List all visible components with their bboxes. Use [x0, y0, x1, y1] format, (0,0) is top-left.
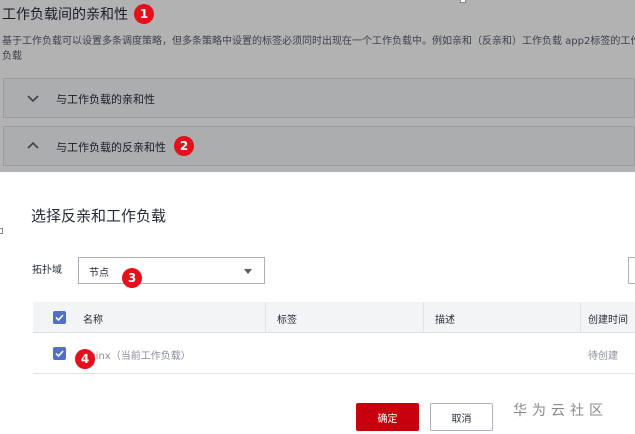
- workload-name: nginx（当前工作负载）: [83, 351, 191, 362]
- column-header-name[interactable]: 名称: [83, 311, 103, 326]
- select-all-checkbox[interactable]: [53, 311, 66, 324]
- dialog-title: 选择反亲和工作负载: [31, 207, 167, 225]
- check-icon: [55, 350, 64, 358]
- watermark: 华为云社区: [513, 403, 608, 419]
- resize-handle: [460, 0, 466, 3]
- annotation-marker-4: 4: [75, 349, 95, 369]
- column-header-description[interactable]: 描述: [435, 311, 455, 326]
- anti-affinity-dialog: 选择反亲和工作负载 拓扑域 节点 名称 标签 描述 创建时间 nginx（当前工…: [3, 172, 635, 434]
- table-header: 名称 标签 描述 创建时间: [33, 302, 635, 333]
- caret-down-icon: [244, 269, 252, 274]
- cancel-button[interactable]: 取消: [430, 403, 493, 431]
- row-checkbox[interactable]: [53, 347, 66, 360]
- column-divider: [423, 302, 424, 333]
- column-divider: [580, 302, 581, 333]
- table-row[interactable]: nginx（当前工作负载） 待创建: [33, 334, 635, 374]
- column-divider: [265, 302, 266, 333]
- workload-created: 待创建: [588, 351, 618, 362]
- topology-select-value: 节点: [89, 268, 109, 279]
- column-header-created[interactable]: 创建时间: [588, 311, 628, 326]
- annotation-marker-1: 1: [134, 4, 154, 24]
- annotation-marker-3: 3: [122, 268, 142, 288]
- column-header-labels[interactable]: 标签: [277, 311, 297, 326]
- topology-select[interactable]: 节点: [78, 257, 265, 284]
- modal-overlay: [0, 0, 635, 172]
- topology-label: 拓扑域: [32, 265, 62, 276]
- confirm-button[interactable]: 确定: [356, 403, 419, 431]
- annotation-marker-2: 2: [174, 136, 194, 156]
- search-input[interactable]: [628, 257, 635, 284]
- check-icon: [55, 314, 64, 322]
